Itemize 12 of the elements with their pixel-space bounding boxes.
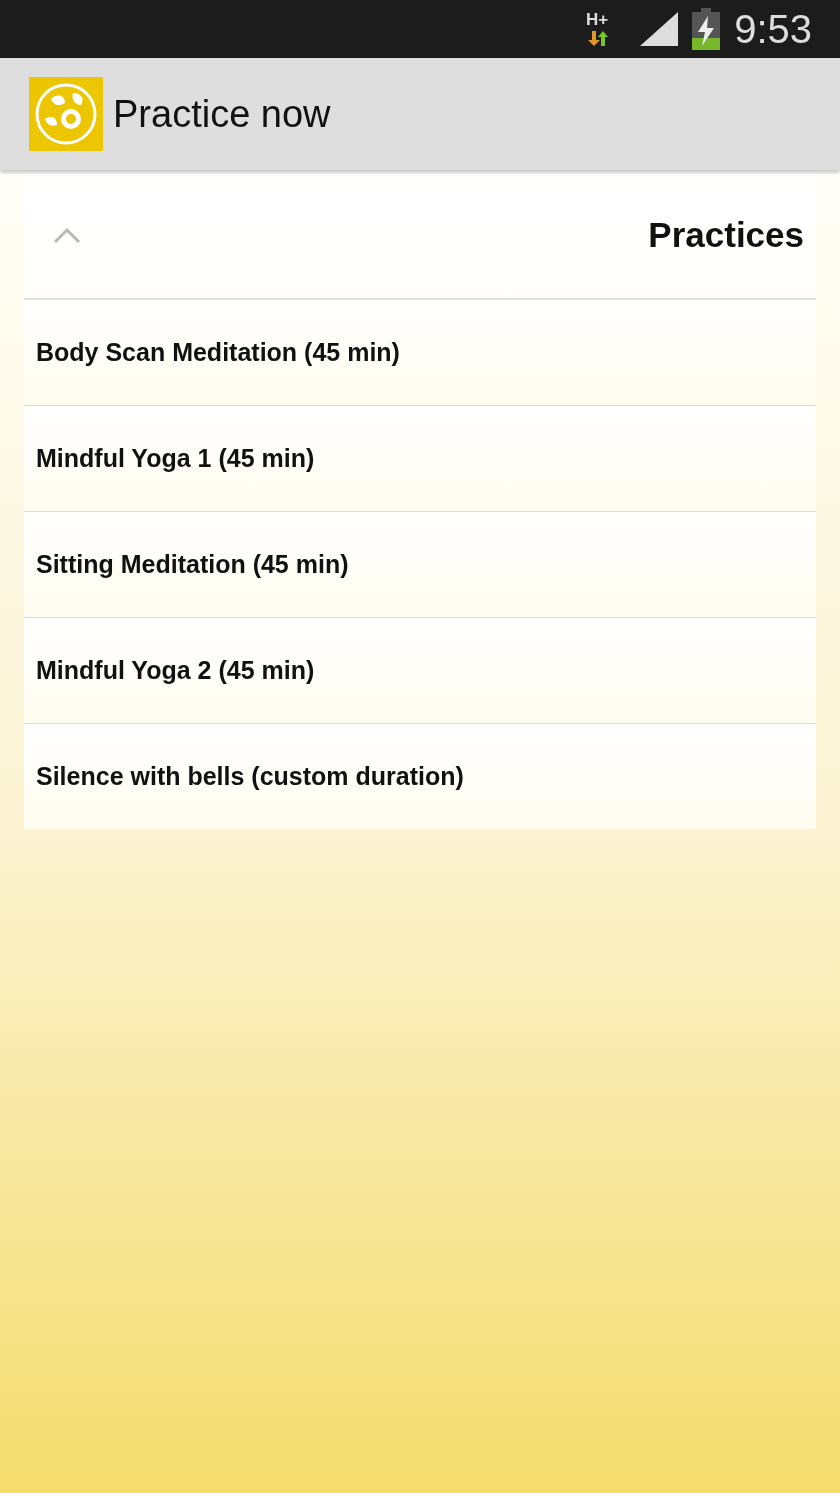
practices-title: Practices bbox=[648, 215, 804, 255]
practice-item[interactable]: Sitting Meditation (45 min) bbox=[24, 512, 816, 618]
practice-item[interactable]: Mindful Yoga 1 (45 min) bbox=[24, 406, 816, 512]
chevron-up-icon[interactable] bbox=[52, 226, 82, 244]
practice-item[interactable]: Mindful Yoga 2 (45 min) bbox=[24, 618, 816, 724]
signal-icon bbox=[640, 12, 679, 46]
data-arrows-icon bbox=[586, 29, 609, 47]
practice-item[interactable]: Silence with bells (custom duration) bbox=[24, 724, 816, 829]
clock-time: 9:53 bbox=[734, 6, 812, 52]
network-type: H+ bbox=[585, 11, 609, 29]
screen-title: Practice now bbox=[113, 92, 331, 136]
battery-charging-icon bbox=[692, 8, 721, 50]
